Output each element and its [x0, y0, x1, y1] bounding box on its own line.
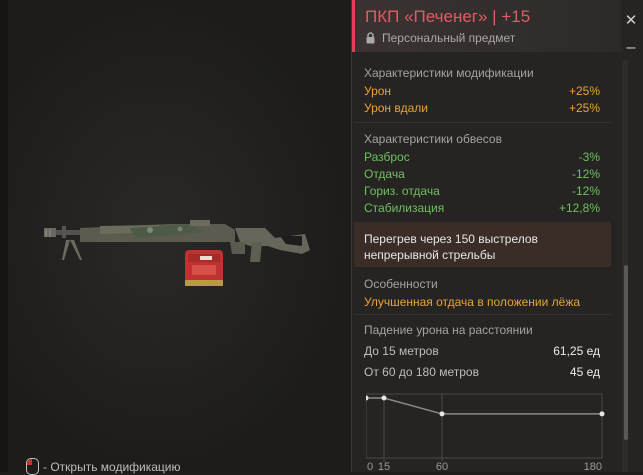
overheat-text: Перегрев через 150 выстрелов непрерывной… — [364, 232, 538, 262]
minimize-icon: – — [626, 39, 636, 56]
x-tick-label: 0 — [367, 461, 373, 472]
stat-row: Стабилизация +12,8% — [364, 201, 600, 215]
damage-falloff-chart: 0 15 60 180 — [366, 393, 605, 472]
x-tick-label: 180 — [584, 461, 602, 472]
mod-stats-section: Характеристики модификации Урон +25% Уро… — [354, 56, 611, 123]
falloff-row: От 60 до 180 метров 45 ед — [364, 365, 600, 379]
falloff-line — [366, 397, 602, 415]
attachment-stats-section: Характеристики обвесов Разброс -3% Отдач… — [354, 122, 611, 223]
stat-row: Разброс -3% — [364, 150, 600, 164]
falloff-title: Падение урона на расстоянии — [364, 323, 533, 337]
stat-label: Урон — [364, 84, 392, 98]
personal-item-label: Персональный предмет — [365, 31, 515, 45]
lock-icon — [366, 32, 375, 44]
stat-row: Урон +25% — [364, 84, 600, 98]
item-title: ПКП «Печенег» | +15 — [365, 7, 530, 27]
stats-scroll-area[interactable]: Характеристики модификации Урон +25% Уро… — [354, 56, 615, 472]
stat-label: Стабилизация — [364, 201, 445, 215]
item-upgrade: +15 — [501, 7, 531, 26]
stat-value: -3% — [578, 150, 600, 164]
attachment-stats-title: Характеристики обвесов — [364, 132, 502, 146]
close-icon: ✕ — [624, 12, 638, 29]
mod-stats-title: Характеристики модификации — [364, 66, 534, 80]
left-edge — [0, 0, 8, 472]
overheat-notice: Перегрев через 150 выстрелов непрерывной… — [354, 222, 611, 267]
stat-label: Урон вдали — [364, 101, 429, 115]
feature-value: Улучшенная отдача в положении лёжа — [364, 295, 581, 309]
chart-frame — [366, 393, 603, 459]
weapon-preview-area: - Открыть модификацию — [0, 0, 350, 475]
personal-label-text: Персональный предмет — [382, 31, 516, 45]
close-button[interactable]: ✕ — [618, 0, 643, 40]
hint-text: - Открыть модификацию — [43, 459, 181, 474]
features-section: Особенности Улучшенная отдача в положени… — [354, 267, 611, 315]
item-info-panel: ПКП «Печенег» | +15 Персональный предмет… — [351, 0, 643, 472]
stat-label: Разброс — [364, 150, 410, 164]
item-name: ПКП «Печенег» — [365, 7, 488, 26]
falloff-point — [381, 395, 387, 401]
stat-value: +25% — [568, 84, 600, 98]
stat-value: -12% — [571, 167, 600, 181]
stat-row: Гориз. отдача -12% — [364, 184, 600, 198]
falloff-point — [599, 411, 605, 417]
falloff-value: 45 ед — [569, 365, 600, 379]
open-modification-hint[interactable]: - Открыть модификацию — [26, 458, 181, 475]
item-header: ПКП «Печенег» | +15 Персональный предмет — [352, 0, 621, 52]
stat-value: -12% — [571, 184, 600, 198]
stat-label: Гориз. отдача — [364, 184, 440, 198]
falloff-row: До 15 метров 61,25 ед — [364, 344, 600, 358]
falloff-label: До 15 метров — [364, 344, 439, 358]
scrollbar-thumb[interactable] — [624, 265, 628, 440]
falloff-point — [366, 395, 369, 401]
features-title: Особенности — [364, 277, 438, 291]
stat-value: +12,8% — [558, 201, 600, 215]
stat-value: +25% — [568, 101, 600, 115]
weapon-image — [44, 220, 310, 286]
stat-label: Отдача — [364, 167, 405, 181]
feature-text: Улучшенная отдача в положении лёжа — [364, 295, 600, 309]
falloff-value: 61,25 ед — [553, 344, 600, 358]
title-separator: | — [492, 7, 502, 26]
x-tick-label: 60 — [436, 461, 448, 472]
falloff-label: От 60 до 180 метров — [364, 365, 479, 379]
stat-row: Отдача -12% — [364, 167, 600, 181]
mouse-icon — [26, 458, 39, 475]
falloff-point — [439, 411, 445, 417]
stat-row: Урон вдали +25% — [364, 101, 600, 115]
x-tick-label: 15 — [378, 461, 390, 472]
